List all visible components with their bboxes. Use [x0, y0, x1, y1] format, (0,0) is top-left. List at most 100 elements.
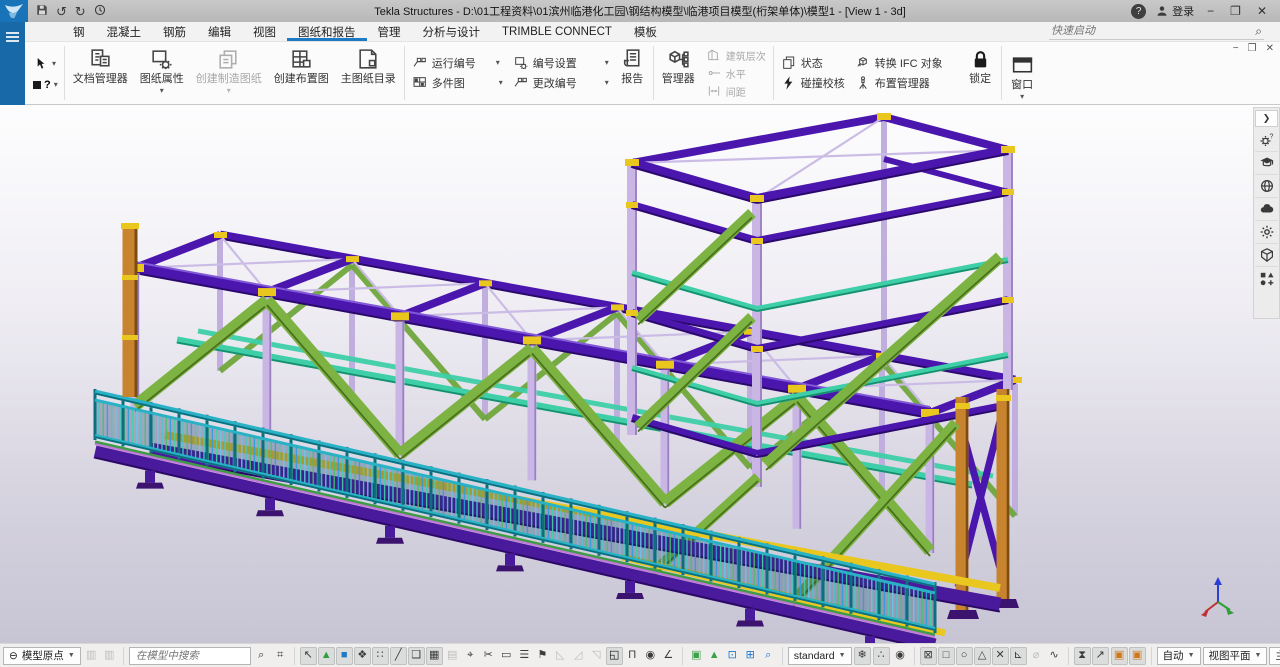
- cloud-icon[interactable]: [1255, 198, 1278, 221]
- select-rebar-strand[interactable]: ◹: [588, 647, 605, 665]
- document-manager-button[interactable]: 文档管理器: [67, 42, 134, 104]
- select-filter-parts[interactable]: ▲: [318, 647, 335, 665]
- close-button[interactable]: ✕: [1254, 4, 1270, 18]
- snap-perpendicular[interactable]: ⊾: [1010, 647, 1027, 665]
- numbering-settings-button[interactable]: 编号设置 ▾: [513, 55, 609, 71]
- inquire-tool-button[interactable]: ? ▾: [33, 79, 58, 91]
- organizer-button[interactable]: 管理器: [656, 42, 701, 104]
- create-fabrication-drawing-button[interactable]: 创建制造图纸 ▾: [190, 42, 268, 104]
- select-rebar-group[interactable]: ◺: [552, 647, 569, 665]
- menu-trimble-connect[interactable]: TRIMBLE CONNECT: [491, 22, 623, 41]
- visibility-button[interactable]: ◉: [892, 647, 909, 665]
- clash-check-button[interactable]: 碰撞校核: [781, 75, 845, 91]
- report-button[interactable]: 报告: [614, 42, 651, 104]
- view-minimize-button[interactable]: −: [1233, 43, 1239, 54]
- menu-concrete[interactable]: 混凝土: [96, 22, 153, 41]
- web-globe-icon[interactable]: [1255, 175, 1278, 198]
- snap-relative-coords[interactable]: ↗: [1092, 647, 1109, 665]
- menu-steel[interactable]: 钢: [62, 22, 96, 41]
- snowflake-button[interactable]: ❄: [854, 647, 871, 665]
- login-button[interactable]: 登录: [1156, 3, 1194, 19]
- select-cuts[interactable]: ✂: [480, 647, 497, 665]
- select-rebar-single[interactable]: ◿: [570, 647, 587, 665]
- menu-drawings-reports[interactable]: 图纸和报告: [287, 22, 367, 41]
- learning-cap-icon[interactable]: [1255, 152, 1278, 175]
- snap-plane-any[interactable]: ▣: [1129, 647, 1146, 665]
- select-loads[interactable]: Π: [624, 647, 641, 665]
- work-plane-toggle-b[interactable]: ▥: [101, 647, 118, 665]
- select-lines[interactable]: ╱: [390, 647, 407, 665]
- select-welds[interactable]: ⌖: [462, 647, 479, 665]
- snap-plane-nearest[interactable]: ▣: [1111, 647, 1128, 665]
- standard-filter-dropdown[interactable]: standard ▼: [788, 647, 852, 665]
- main-plane-dropdown[interactable]: 主要平面 ▼: [1269, 647, 1280, 665]
- snap-geometry-points[interactable]: □: [938, 647, 955, 665]
- work-plane-toggle-a[interactable]: ▥: [83, 647, 100, 665]
- building-hierarchy-button[interactable]: 建筑层次: [706, 47, 766, 63]
- zoom-window[interactable]: ⌕: [760, 647, 777, 665]
- select-objects[interactable]: ❑: [408, 647, 425, 665]
- auto-dropdown[interactable]: 自动 ▼: [1157, 647, 1201, 665]
- create-layout-drawing-button[interactable]: 创建布置图: [268, 42, 335, 104]
- select-surface-treatment[interactable]: ◱: [606, 647, 623, 665]
- lock-button[interactable]: 锁定: [962, 42, 999, 104]
- hamburger-menu-icon[interactable]: [6, 32, 19, 42]
- model-origin-dropdown[interactable]: ⊖ 模型原点 ▼: [3, 647, 81, 665]
- shapes-catalog-icon[interactable]: [1255, 267, 1278, 290]
- level-button[interactable]: 水平: [706, 65, 766, 81]
- snap-center[interactable]: ○: [956, 647, 973, 665]
- view-close-button[interactable]: ✕: [1266, 43, 1274, 54]
- redo-button[interactable]: ↻: [75, 5, 86, 18]
- select-points[interactable]: ∷: [372, 647, 389, 665]
- layout-manager-button[interactable]: 布置管理器: [855, 75, 943, 91]
- collapse-panel-button[interactable]: ❯: [1255, 110, 1278, 127]
- menu-rebar[interactable]: 钢筋: [152, 22, 197, 41]
- warehouse-box-icon[interactable]: [1255, 244, 1278, 267]
- help-icon[interactable]: ?: [1131, 4, 1146, 19]
- window-button[interactable]: 窗口 ▾: [1004, 48, 1041, 104]
- menu-manage[interactable]: 管理: [367, 22, 412, 41]
- run-numbering-button[interactable]: 运行编号 ▾: [412, 55, 503, 71]
- gear-help-icon[interactable]: [1255, 129, 1278, 152]
- select-components[interactable]: ❖: [354, 647, 371, 665]
- snap-extension[interactable]: ⌀: [1028, 647, 1045, 665]
- select-grids[interactable]: ▦: [426, 647, 443, 665]
- change-numbering-button[interactable]: 更改编号 ▾: [513, 75, 609, 91]
- menu-template[interactable]: 模板: [623, 22, 668, 41]
- select-marks[interactable]: ⚑: [534, 647, 551, 665]
- menu-view[interactable]: 视图: [242, 22, 287, 41]
- view-plane-dropdown[interactable]: 视图平面 ▼: [1203, 647, 1268, 665]
- quick-launch-input[interactable]: [1049, 24, 1253, 38]
- zoom-extents[interactable]: ⊞: [742, 647, 759, 665]
- search-model-button[interactable]: ⌕: [253, 647, 270, 665]
- drawing-properties-button[interactable]: 图纸属性 ▾: [134, 42, 190, 104]
- menu-analysis-design[interactable]: 分析与设计: [412, 22, 492, 41]
- multi-drawing-button[interactable]: 多件图 ▾: [412, 75, 503, 91]
- view-restore-button[interactable]: ❐: [1248, 43, 1257, 54]
- select-fittings[interactable]: ☰: [516, 647, 533, 665]
- history-button[interactable]: [94, 4, 106, 18]
- select-distances[interactable]: ∠: [660, 647, 677, 665]
- select-cursor[interactable]: ↖: [300, 647, 317, 665]
- snap-reference-points[interactable]: ⊠: [920, 647, 937, 665]
- snap-ortho[interactable]: ⧗: [1074, 647, 1091, 665]
- search-window-button[interactable]: ⌗: [272, 647, 289, 665]
- select-views[interactable]: ▭: [498, 647, 515, 665]
- snap-midpoint[interactable]: △: [974, 647, 991, 665]
- master-drawing-catalog-button[interactable]: 主图纸目录: [335, 42, 402, 104]
- undo-button[interactable]: ↺: [56, 5, 67, 18]
- restore-button[interactable]: ❐: [1227, 4, 1244, 18]
- model-viewport-3d[interactable]: ❯: [0, 105, 1280, 643]
- render-components[interactable]: ▲: [706, 647, 723, 665]
- save-button[interactable]: [36, 4, 48, 18]
- select-grid-lines[interactable]: ▤: [444, 647, 461, 665]
- select-tool-button[interactable]: ▾: [33, 56, 58, 72]
- search-icon[interactable]: ⌕: [1253, 24, 1264, 39]
- model-search-input[interactable]: [134, 649, 246, 663]
- settings-gear-icon[interactable]: [1255, 221, 1278, 244]
- points-display-button[interactable]: ∴: [873, 647, 890, 665]
- menu-edit[interactable]: 编辑: [197, 22, 242, 41]
- render-parts[interactable]: ▣: [688, 647, 705, 665]
- snap-intersection[interactable]: ✕: [992, 647, 1009, 665]
- status-button[interactable]: 状态: [781, 55, 845, 71]
